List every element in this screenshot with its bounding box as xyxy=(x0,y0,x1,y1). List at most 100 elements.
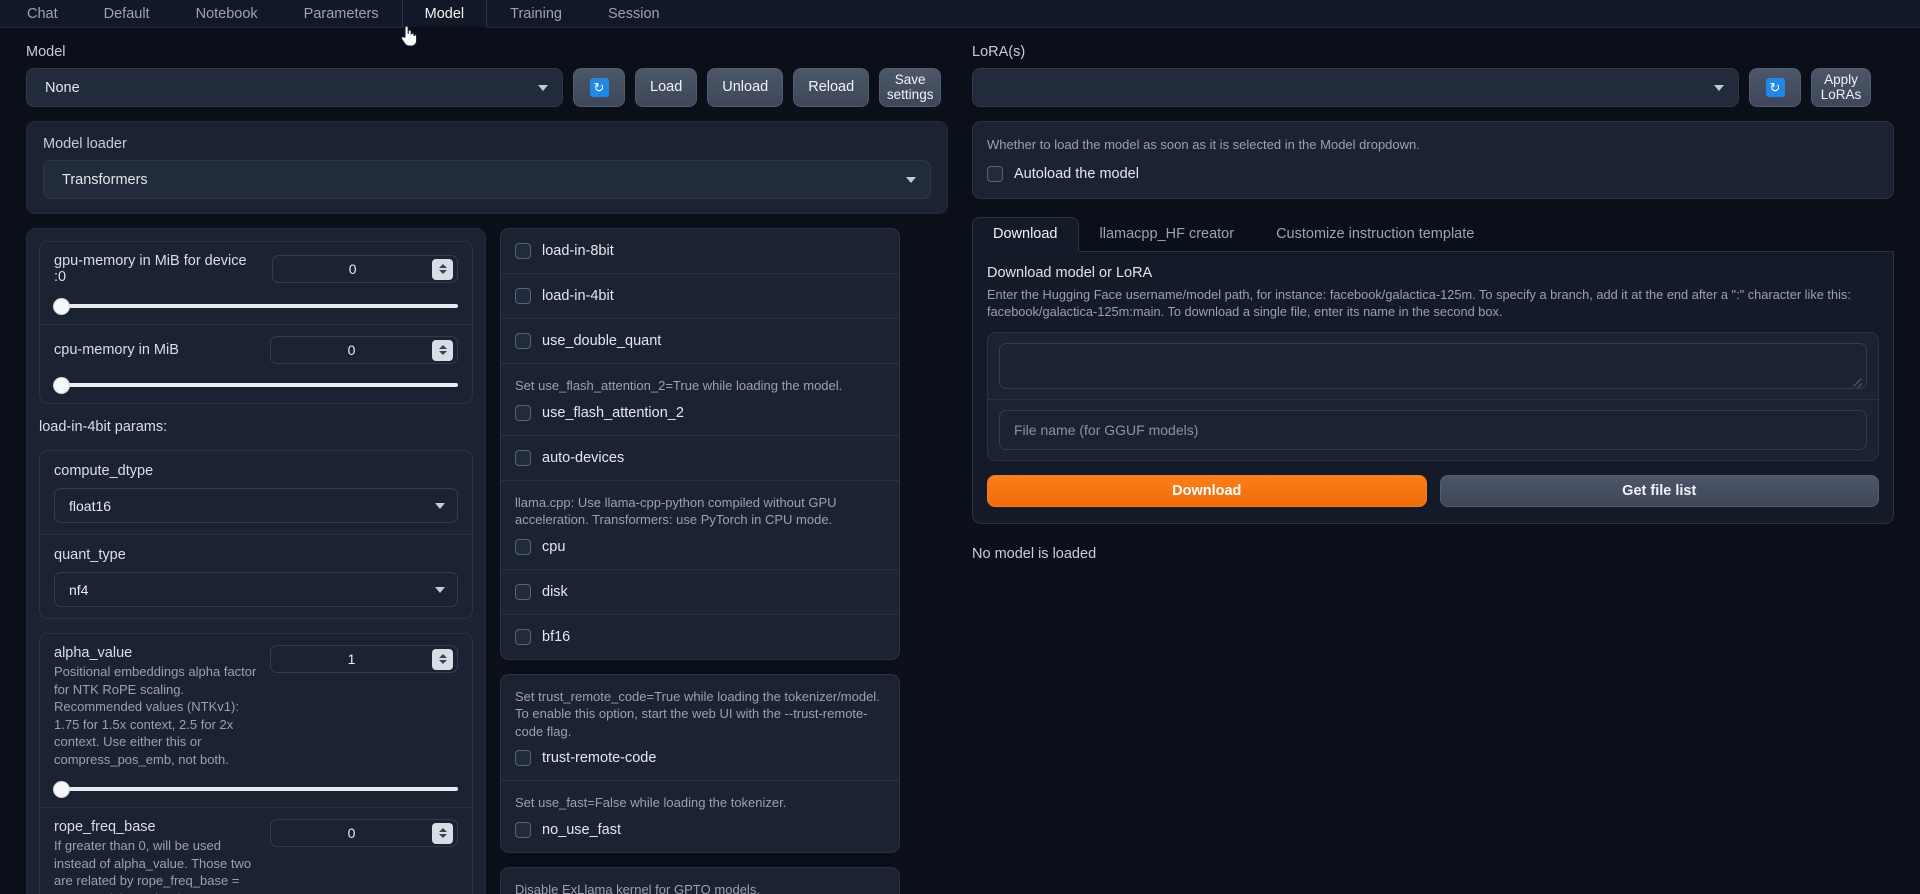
trust-remote-code-hint: Set trust_remote_code=True while loading… xyxy=(515,688,880,739)
gpu-memory-stepper[interactable]: 0 xyxy=(272,255,458,283)
load-in-4bit-heading: load-in-4bit params: xyxy=(39,419,168,435)
checkbox-row: llama.cpp: Use llama-cpp-python compiled… xyxy=(501,481,899,570)
rope-freq-base-stepper[interactable]: 0 xyxy=(270,819,458,848)
unload-button-label: Unload xyxy=(722,78,769,95)
gpu-memory-slider[interactable] xyxy=(54,298,458,314)
checkbox-label: use_double_quant xyxy=(542,333,662,349)
autoload-hint: Whether to load the model as soon as it … xyxy=(987,137,1420,152)
right-column: LoRA(s) ↻ Apply LoRAs Whether to load th… xyxy=(960,28,1920,894)
model-loader-dropdown[interactable]: Transformers xyxy=(43,160,931,199)
subtab-llamacpp-hf-creator[interactable]: llamacpp_HF creator xyxy=(1079,217,1256,252)
subtab-customize-instruction-template[interactable]: Customize instruction template xyxy=(1255,217,1495,252)
loader-params-panel: gpu-memory in MiB for device :0 0 cpu-me… xyxy=(26,228,486,894)
save-settings-button[interactable]: Save settings xyxy=(879,68,942,107)
slider-thumb[interactable] xyxy=(54,298,69,314)
alpha-value-value: 1 xyxy=(347,651,356,667)
checkbox-bf16[interactable] xyxy=(515,628,531,645)
file-name-input[interactable]: File name (for GGUF models) xyxy=(999,410,1867,451)
loader-params-column: gpu-memory in MiB for device :0 0 cpu-me… xyxy=(26,228,486,894)
chevron-down-icon xyxy=(538,84,548,91)
tab-training[interactable]: Training xyxy=(487,0,585,27)
subtab-label: Customize instruction template xyxy=(1276,225,1475,242)
apply-loras-button[interactable]: Apply LoRAs xyxy=(1811,68,1871,107)
divider xyxy=(988,399,1878,401)
gpu-memory-row: gpu-memory in MiB for device :0 0 xyxy=(40,242,472,325)
load-button[interactable]: Load xyxy=(635,68,698,107)
checkbox-row: disk xyxy=(501,570,899,615)
download-description: Enter the Hugging Face username/model pa… xyxy=(987,286,1851,320)
file-name-placeholder: File name (for GGUF models) xyxy=(1014,422,1199,439)
alpha-value-label: alpha_value xyxy=(54,645,133,661)
tab-label: Default xyxy=(103,5,150,22)
subtab-download[interactable]: Download xyxy=(972,216,1079,252)
page-body: Model None ↻ Load Unload Reload Save set… xyxy=(0,28,1920,894)
slider-thumb[interactable] xyxy=(54,377,69,393)
alpha-value-stepper[interactable]: 1 xyxy=(270,645,458,673)
quant-type-row: quant_type nf4 xyxy=(40,535,472,618)
download-subtab-bar[interactable]: Download llamacpp_HF creator Customize i… xyxy=(972,216,1894,252)
memory-sliders-group: gpu-memory in MiB for device :0 0 cpu-me… xyxy=(39,241,473,404)
model-loader-label: Model loader xyxy=(43,136,127,152)
cpu-memory-slider[interactable] xyxy=(54,377,458,393)
main-tab-bar[interactable]: Chat Default Notebook Parameters Model T… xyxy=(0,0,1920,47)
cpu-memory-row: cpu-memory in MiB 0 xyxy=(40,325,472,403)
tab-chat[interactable]: Chat xyxy=(4,0,81,27)
tab-parameters[interactable]: Parameters xyxy=(281,0,402,27)
subtab-label: Download xyxy=(993,225,1058,242)
model-dropdown[interactable]: None xyxy=(26,68,563,107)
checkbox-auto-devices[interactable] xyxy=(515,449,531,466)
lora-dropdown[interactable] xyxy=(972,68,1739,107)
checkbox-label: load-in-8bit xyxy=(542,243,614,259)
checkbox-label: disk xyxy=(542,583,568,600)
checkbox-trust-remote-code[interactable] xyxy=(515,750,531,767)
checkbox-label: cpu xyxy=(542,538,566,555)
tab-session[interactable]: Session xyxy=(585,0,683,27)
refresh-loras-button[interactable]: ↻ xyxy=(1749,68,1801,107)
slider-track xyxy=(54,383,458,387)
tab-default[interactable]: Default xyxy=(81,0,173,27)
cpu-memory-spinner-icon[interactable] xyxy=(432,339,453,361)
gpu-memory-spinner-icon[interactable] xyxy=(432,258,453,280)
checkbox-autoload-the-model[interactable] xyxy=(987,165,1003,182)
tab-label: Parameters xyxy=(303,5,379,22)
tab-notebook[interactable]: Notebook xyxy=(173,0,281,27)
resize-grip-icon[interactable] xyxy=(1852,375,1863,386)
reload-button[interactable]: Reload xyxy=(793,68,870,107)
checkbox-row: load-in-4bit xyxy=(501,274,899,319)
model-label: Model xyxy=(26,44,66,60)
checkbox-load-in-4bit[interactable] xyxy=(515,288,531,304)
load-in-4bit-group: compute_dtype float16 quant_type nf4 xyxy=(39,450,473,619)
cpu-memory-stepper[interactable]: 0 xyxy=(270,336,458,364)
checkbox-row: Set use_flash_attention_2=True while loa… xyxy=(501,364,899,436)
chevron-down-icon xyxy=(435,586,445,593)
slider-thumb[interactable] xyxy=(54,781,69,797)
checkbox-load-in-8bit[interactable] xyxy=(515,243,531,259)
tab-label: Training xyxy=(510,5,562,22)
checkbox-use-double-quant[interactable] xyxy=(515,333,531,349)
checkbox-no-use-fast[interactable] xyxy=(515,821,531,838)
get-file-list-button[interactable]: Get file list xyxy=(1439,475,1879,508)
refresh-models-button[interactable]: ↻ xyxy=(573,68,625,107)
disable-exllama-hint: Disable ExLlama kernel for GPTQ models. xyxy=(515,881,760,894)
tab-model[interactable]: Model xyxy=(401,0,488,28)
loader-settings-columns: gpu-memory in MiB for device :0 0 cpu-me… xyxy=(26,228,948,894)
quant-type-dropdown[interactable]: nf4 xyxy=(54,572,458,607)
compute-dtype-dropdown[interactable]: float16 xyxy=(54,488,458,523)
model-path-textarea[interactable] xyxy=(999,343,1867,390)
alpha-value-spinner-icon[interactable] xyxy=(432,648,453,670)
checkbox-label: no_use_fast xyxy=(542,821,622,838)
checkbox-use-flash-attention-2[interactable] xyxy=(515,404,531,421)
unload-button[interactable]: Unload xyxy=(707,68,784,107)
rope-freq-base-spinner-icon[interactable] xyxy=(432,822,453,844)
checkbox-cpu[interactable] xyxy=(515,538,531,555)
alpha-value-hint: Positional embeddings alpha factor for N… xyxy=(54,664,257,767)
checkbox-disk[interactable] xyxy=(515,583,531,600)
model-controls-row: None ↻ Load Unload Reload Save settings xyxy=(26,68,948,107)
tab-label: Notebook xyxy=(195,5,258,22)
download-button[interactable]: Download xyxy=(987,475,1427,508)
compute-dtype-value: float16 xyxy=(69,497,112,514)
checkbox-group-2: Set trust_remote_code=True while loading… xyxy=(500,673,900,853)
no-use-fast-hint: Set use_fast=False while loading the tok… xyxy=(515,795,787,811)
alpha-value-slider[interactable] xyxy=(54,781,458,797)
cpu-memory-value: 0 xyxy=(347,342,356,358)
